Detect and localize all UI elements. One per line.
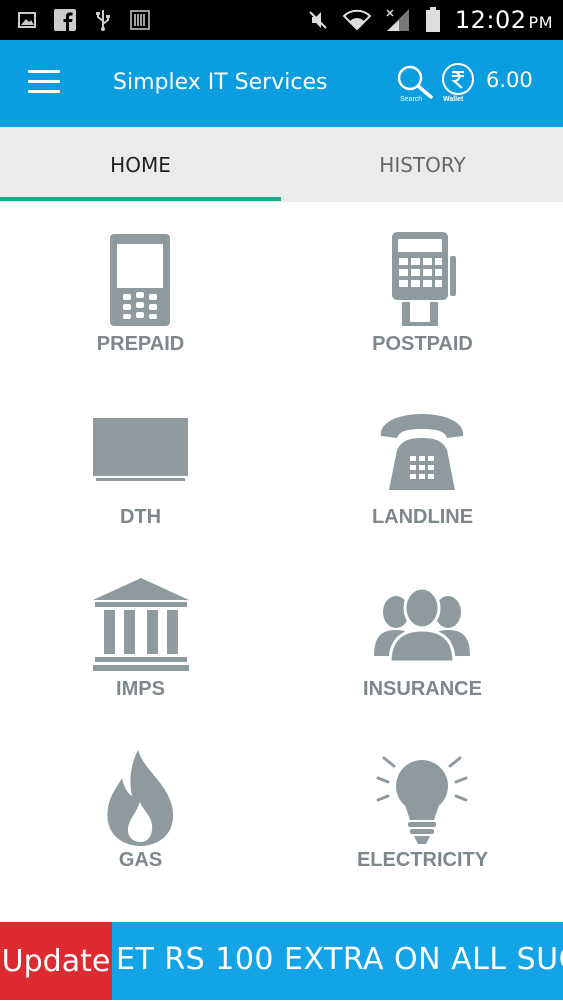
- bank-icon: [93, 578, 189, 671]
- active-tab-indicator: [0, 197, 281, 201]
- service-label: INSURANCE: [363, 678, 482, 700]
- service-label: DTH: [119, 506, 162, 528]
- service-dth[interactable]: DTH: [0, 374, 281, 546]
- service-landline[interactable]: LANDLINE: [282, 374, 563, 546]
- menu-icon: [28, 70, 60, 73]
- search-icon: [397, 65, 433, 99]
- search-caption: Search: [400, 96, 423, 103]
- service-label: POSTPAID: [372, 333, 473, 355]
- service-postpaid[interactable]: POSTPAID: [282, 202, 563, 374]
- tv-icon: [93, 418, 188, 481]
- service-insurance[interactable]: INSURANCE: [282, 546, 563, 718]
- search-button[interactable]: Search: [394, 64, 436, 106]
- wifi-icon: [342, 9, 371, 31]
- tab-bar: HOME HISTORY: [0, 127, 563, 202]
- service-label: GAS: [118, 849, 163, 871]
- ticker-text: ET RS 100 EXTRA ON ALL SUCC: [116, 942, 563, 977]
- flame-icon: [107, 750, 174, 846]
- status-bar: 12:02 PM: [0, 0, 563, 40]
- tab-history[interactable]: HISTORY: [282, 127, 563, 202]
- usb-icon: [96, 10, 110, 31]
- gallery-icon: [18, 12, 36, 28]
- service-imps[interactable]: IMPS: [0, 546, 281, 718]
- lightbulb-icon: [376, 756, 468, 844]
- wallet-button[interactable]: Wallet: [441, 62, 477, 106]
- service-electricity[interactable]: ELECTRICITY: [282, 718, 563, 890]
- wallet-caption: Wallet: [443, 96, 464, 103]
- mobile-phone-icon: [110, 234, 170, 326]
- telephone-icon: [380, 414, 464, 490]
- card-terminal-icon: [392, 232, 456, 326]
- service-label: ELECTRICITY: [356, 849, 489, 871]
- app-title: Simplex IT Services: [113, 70, 328, 95]
- tab-home[interactable]: HOME: [0, 127, 281, 202]
- mute-icon: [309, 11, 327, 29]
- clock: 12:02 PM: [454, 6, 553, 34]
- service-label: IMPS: [116, 678, 165, 700]
- service-prepaid[interactable]: PREPAID: [0, 202, 281, 374]
- battery-icon: [425, 7, 440, 32]
- barcode-icon: [130, 10, 150, 30]
- signal-icon: [386, 9, 409, 31]
- rupee-icon: [442, 63, 474, 95]
- people-icon: [374, 586, 470, 662]
- update-button[interactable]: Update: [0, 922, 112, 1000]
- service-label: LANDLINE: [371, 506, 474, 528]
- facebook-icon: [54, 9, 76, 31]
- wallet-balance: 6.00: [486, 68, 533, 92]
- service-gas[interactable]: GAS: [0, 718, 281, 890]
- menu-button[interactable]: [28, 70, 60, 96]
- service-label: PREPAID: [96, 333, 185, 355]
- app-bar: Simplex IT Services Search Wallet 6.00: [0, 40, 563, 127]
